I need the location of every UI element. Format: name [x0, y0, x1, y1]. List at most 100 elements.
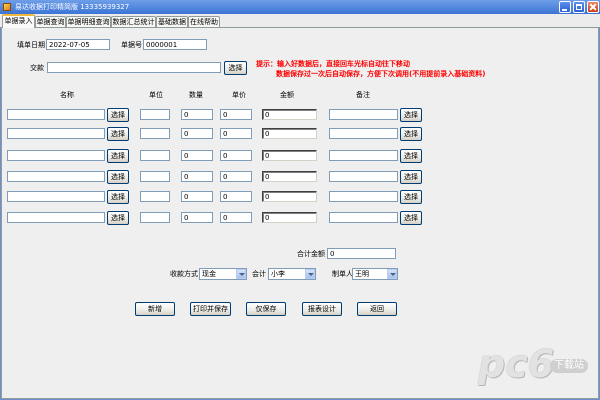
- payment-method-value: 现金: [202, 270, 216, 278]
- item-quantity-input[interactable]: [181, 212, 213, 223]
- item-price-input[interactable]: [220, 128, 252, 139]
- preparer-label: 制单人: [332, 270, 353, 278]
- item-quantity-input[interactable]: [181, 109, 213, 120]
- app-window: 易达收据打印精简版 13335939327 单据录入 单据查询 单据明细查询 数…: [0, 0, 600, 400]
- item-remark-input[interactable]: [329, 109, 398, 120]
- total-amount-input[interactable]: [327, 248, 396, 259]
- item-remark-input[interactable]: [329, 171, 398, 182]
- col-header-price: 单价: [232, 91, 246, 99]
- preparer-value: 王明: [355, 270, 369, 278]
- col-header-quantity: 数量: [189, 91, 203, 99]
- close-icon: [589, 3, 597, 11]
- minimize-icon: [562, 9, 567, 11]
- payer-label: 交款: [30, 64, 44, 72]
- item-amount-input[interactable]: [262, 128, 317, 139]
- item-row: 选择 选择: [0, 108, 600, 122]
- item-name-input[interactable]: [7, 212, 105, 223]
- item-row: 选择 选择: [0, 170, 600, 184]
- col-header-unit: 单位: [149, 91, 163, 99]
- chevron-down-icon[interactable]: [305, 269, 315, 279]
- close-button[interactable]: [587, 1, 599, 13]
- maximize-button[interactable]: [573, 1, 585, 13]
- col-header-remark: 备注: [356, 91, 370, 99]
- item-name-input[interactable]: [7, 109, 105, 120]
- item-unit-input[interactable]: [140, 150, 170, 161]
- payer-select-button[interactable]: 选择: [224, 61, 247, 75]
- item-name-select-button[interactable]: 选择: [107, 127, 129, 141]
- tab-online-help[interactable]: 在线帮助: [188, 16, 220, 27]
- item-row: 选择 选择: [0, 127, 600, 141]
- item-remark-select-button[interactable]: 选择: [400, 170, 422, 184]
- tab-summary-stats[interactable]: 数据汇总统计: [111, 16, 156, 27]
- receipt-number-input[interactable]: [143, 39, 207, 50]
- item-row: 选择 选择: [0, 149, 600, 163]
- item-unit-input[interactable]: [140, 191, 170, 202]
- item-row: 选择 选择: [0, 190, 600, 204]
- item-unit-input[interactable]: [140, 128, 170, 139]
- print-and-save-button[interactable]: 打印并保存: [190, 302, 231, 316]
- item-price-input[interactable]: [220, 191, 252, 202]
- accountant-value: 小李: [271, 270, 285, 278]
- date-label: 填单日期: [17, 41, 45, 49]
- date-input[interactable]: [46, 39, 110, 50]
- chevron-down-icon[interactable]: [236, 269, 246, 279]
- item-quantity-input[interactable]: [181, 128, 213, 139]
- back-button[interactable]: 返回: [357, 302, 397, 316]
- total-amount-label: 合计金额: [297, 250, 325, 258]
- payer-input[interactable]: [47, 62, 221, 73]
- item-name-select-button[interactable]: 选择: [107, 149, 129, 163]
- item-name-select-button[interactable]: 选择: [107, 211, 129, 225]
- item-remark-input[interactable]: [329, 212, 398, 223]
- item-name-select-button[interactable]: 选择: [107, 108, 129, 122]
- item-name-input[interactable]: [7, 171, 105, 182]
- item-unit-input[interactable]: [140, 171, 170, 182]
- item-unit-input[interactable]: [140, 109, 170, 120]
- item-name-input[interactable]: [7, 191, 105, 202]
- tab-receipt-query[interactable]: 单据查询: [35, 16, 66, 27]
- item-remark-select-button[interactable]: 选择: [400, 149, 422, 163]
- item-price-input[interactable]: [220, 171, 252, 182]
- chevron-down-icon[interactable]: [387, 269, 397, 279]
- item-unit-input[interactable]: [140, 212, 170, 223]
- item-remark-input[interactable]: [329, 128, 398, 139]
- item-price-input[interactable]: [220, 150, 252, 161]
- item-name-select-button[interactable]: 选择: [107, 170, 129, 184]
- item-name-input[interactable]: [7, 128, 105, 139]
- report-design-button[interactable]: 报表设计: [302, 302, 342, 316]
- item-remark-select-button[interactable]: 选择: [400, 108, 422, 122]
- col-header-name: 名称: [60, 91, 74, 99]
- item-amount-input[interactable]: [262, 150, 317, 161]
- item-amount-input[interactable]: [262, 109, 317, 120]
- item-amount-input[interactable]: [262, 191, 317, 202]
- tab-bar: 单据录入 单据查询 单据明细查询 数据汇总统计 基础数据 在线帮助: [0, 14, 600, 28]
- item-remark-select-button[interactable]: 选择: [400, 127, 422, 141]
- hint-line-2: 数据保存过一次后自动保存，方便下次调用(不用提前录入基础资料): [276, 70, 486, 78]
- app-icon: [3, 3, 11, 11]
- item-quantity-input[interactable]: [181, 171, 213, 182]
- tab-base-data[interactable]: 基础数据: [156, 16, 188, 27]
- item-name-select-button[interactable]: 选择: [107, 190, 129, 204]
- tab-detail-query[interactable]: 单据明细查询: [66, 16, 111, 27]
- new-button[interactable]: 新增: [135, 302, 175, 316]
- item-name-input[interactable]: [7, 150, 105, 161]
- title-bar[interactable]: 易达收据打印精简版 13335939327: [0, 0, 600, 14]
- item-quantity-input[interactable]: [181, 191, 213, 202]
- accountant-select[interactable]: 小李: [268, 268, 316, 280]
- save-only-button[interactable]: 仅保存: [246, 302, 286, 316]
- item-amount-input[interactable]: [262, 212, 317, 223]
- item-remark-select-button[interactable]: 选择: [400, 190, 422, 204]
- item-amount-input[interactable]: [262, 171, 317, 182]
- item-remark-select-button[interactable]: 选择: [400, 211, 422, 225]
- minimize-button[interactable]: [559, 1, 571, 13]
- item-price-input[interactable]: [220, 212, 252, 223]
- window-title: 易达收据打印精简版 13335939327: [15, 3, 130, 11]
- accountant-label: 会计: [252, 270, 266, 278]
- item-remark-input[interactable]: [329, 191, 398, 202]
- item-remark-input[interactable]: [329, 150, 398, 161]
- preparer-select[interactable]: 王明: [352, 268, 398, 280]
- maximize-icon: [576, 4, 582, 10]
- tab-receipt-entry[interactable]: 单据录入: [2, 14, 35, 28]
- payment-method-select[interactable]: 现金: [199, 268, 247, 280]
- item-price-input[interactable]: [220, 109, 252, 120]
- item-quantity-input[interactable]: [181, 150, 213, 161]
